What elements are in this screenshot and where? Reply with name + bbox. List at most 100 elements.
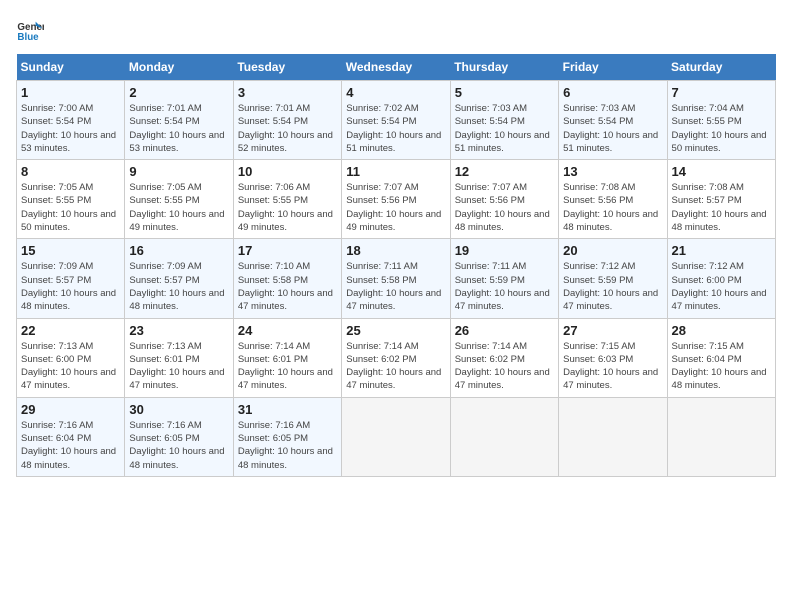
day-number: 4 — [346, 85, 445, 100]
calendar-day-26: 26 Sunrise: 7:14 AM Sunset: 6:02 PM Dayl… — [450, 318, 558, 397]
calendar-day-25: 25 Sunrise: 7:14 AM Sunset: 6:02 PM Dayl… — [342, 318, 450, 397]
day-info: Sunrise: 7:14 AM Sunset: 6:02 PM Dayligh… — [346, 340, 445, 393]
svg-text:Blue: Blue — [17, 32, 39, 43]
day-number: 17 — [238, 243, 337, 258]
day-number: 27 — [563, 323, 662, 338]
calendar-day-1: 1 Sunrise: 7:00 AM Sunset: 5:54 PM Dayli… — [17, 81, 125, 160]
day-number: 13 — [563, 164, 662, 179]
calendar-day-21: 21 Sunrise: 7:12 AM Sunset: 6:00 PM Dayl… — [667, 239, 775, 318]
page-header: General Blue — [16, 16, 776, 44]
weekday-header-thursday: Thursday — [450, 54, 558, 81]
day-info: Sunrise: 7:11 AM Sunset: 5:59 PM Dayligh… — [455, 260, 554, 313]
calendar-day-27: 27 Sunrise: 7:15 AM Sunset: 6:03 PM Dayl… — [559, 318, 667, 397]
calendar-day-19: 19 Sunrise: 7:11 AM Sunset: 5:59 PM Dayl… — [450, 239, 558, 318]
weekday-header-wednesday: Wednesday — [342, 54, 450, 81]
calendar-week-3: 15 Sunrise: 7:09 AM Sunset: 5:57 PM Dayl… — [17, 239, 776, 318]
day-info: Sunrise: 7:07 AM Sunset: 5:56 PM Dayligh… — [455, 181, 554, 234]
day-number: 8 — [21, 164, 120, 179]
day-info: Sunrise: 7:10 AM Sunset: 5:58 PM Dayligh… — [238, 260, 337, 313]
day-info: Sunrise: 7:09 AM Sunset: 5:57 PM Dayligh… — [21, 260, 120, 313]
weekday-header-tuesday: Tuesday — [233, 54, 341, 81]
calendar-day-22: 22 Sunrise: 7:13 AM Sunset: 6:00 PM Dayl… — [17, 318, 125, 397]
day-number: 19 — [455, 243, 554, 258]
calendar-day-23: 23 Sunrise: 7:13 AM Sunset: 6:01 PM Dayl… — [125, 318, 233, 397]
day-number: 28 — [672, 323, 771, 338]
calendar-day-14: 14 Sunrise: 7:08 AM Sunset: 5:57 PM Dayl… — [667, 160, 775, 239]
day-info: Sunrise: 7:05 AM Sunset: 5:55 PM Dayligh… — [21, 181, 120, 234]
day-info: Sunrise: 7:12 AM Sunset: 6:00 PM Dayligh… — [672, 260, 771, 313]
day-info: Sunrise: 7:13 AM Sunset: 6:00 PM Dayligh… — [21, 340, 120, 393]
calendar-week-1: 1 Sunrise: 7:00 AM Sunset: 5:54 PM Dayli… — [17, 81, 776, 160]
calendar-day-12: 12 Sunrise: 7:07 AM Sunset: 5:56 PM Dayl… — [450, 160, 558, 239]
day-number: 9 — [129, 164, 228, 179]
day-info: Sunrise: 7:14 AM Sunset: 6:01 PM Dayligh… — [238, 340, 337, 393]
day-number: 12 — [455, 164, 554, 179]
logo: General Blue — [16, 16, 44, 44]
day-info: Sunrise: 7:02 AM Sunset: 5:54 PM Dayligh… — [346, 102, 445, 155]
day-number: 1 — [21, 85, 120, 100]
day-number: 3 — [238, 85, 337, 100]
calendar-day-17: 17 Sunrise: 7:10 AM Sunset: 5:58 PM Dayl… — [233, 239, 341, 318]
calendar-day-15: 15 Sunrise: 7:09 AM Sunset: 5:57 PM Dayl… — [17, 239, 125, 318]
calendar-day-20: 20 Sunrise: 7:12 AM Sunset: 5:59 PM Dayl… — [559, 239, 667, 318]
day-info: Sunrise: 7:09 AM Sunset: 5:57 PM Dayligh… — [129, 260, 228, 313]
day-number: 15 — [21, 243, 120, 258]
day-number: 14 — [672, 164, 771, 179]
day-number: 21 — [672, 243, 771, 258]
day-info: Sunrise: 7:03 AM Sunset: 5:54 PM Dayligh… — [563, 102, 662, 155]
calendar-day-2: 2 Sunrise: 7:01 AM Sunset: 5:54 PM Dayli… — [125, 81, 233, 160]
day-number: 7 — [672, 85, 771, 100]
weekday-header-row: SundayMondayTuesdayWednesdayThursdayFrid… — [17, 54, 776, 81]
day-number: 2 — [129, 85, 228, 100]
day-info: Sunrise: 7:00 AM Sunset: 5:54 PM Dayligh… — [21, 102, 120, 155]
calendar-day-24: 24 Sunrise: 7:14 AM Sunset: 6:01 PM Dayl… — [233, 318, 341, 397]
weekday-header-monday: Monday — [125, 54, 233, 81]
calendar-day-9: 9 Sunrise: 7:05 AM Sunset: 5:55 PM Dayli… — [125, 160, 233, 239]
day-number: 11 — [346, 164, 445, 179]
calendar-day-16: 16 Sunrise: 7:09 AM Sunset: 5:57 PM Dayl… — [125, 239, 233, 318]
calendar-day-6: 6 Sunrise: 7:03 AM Sunset: 5:54 PM Dayli… — [559, 81, 667, 160]
weekday-header-sunday: Sunday — [17, 54, 125, 81]
calendar-day-5: 5 Sunrise: 7:03 AM Sunset: 5:54 PM Dayli… — [450, 81, 558, 160]
day-info: Sunrise: 7:12 AM Sunset: 5:59 PM Dayligh… — [563, 260, 662, 313]
calendar-day-7: 7 Sunrise: 7:04 AM Sunset: 5:55 PM Dayli… — [667, 81, 775, 160]
day-number: 29 — [21, 402, 120, 417]
day-number: 30 — [129, 402, 228, 417]
calendar-day-31: 31 Sunrise: 7:16 AM Sunset: 6:05 PM Dayl… — [233, 397, 341, 476]
calendar-day-3: 3 Sunrise: 7:01 AM Sunset: 5:54 PM Dayli… — [233, 81, 341, 160]
day-info: Sunrise: 7:11 AM Sunset: 5:58 PM Dayligh… — [346, 260, 445, 313]
calendar-day-10: 10 Sunrise: 7:06 AM Sunset: 5:55 PM Dayl… — [233, 160, 341, 239]
day-info: Sunrise: 7:13 AM Sunset: 6:01 PM Dayligh… — [129, 340, 228, 393]
day-number: 24 — [238, 323, 337, 338]
day-info: Sunrise: 7:01 AM Sunset: 5:54 PM Dayligh… — [238, 102, 337, 155]
calendar-day-11: 11 Sunrise: 7:07 AM Sunset: 5:56 PM Dayl… — [342, 160, 450, 239]
weekday-header-saturday: Saturday — [667, 54, 775, 81]
day-info: Sunrise: 7:16 AM Sunset: 6:05 PM Dayligh… — [129, 419, 228, 472]
weekday-header-friday: Friday — [559, 54, 667, 81]
logo-icon: General Blue — [16, 16, 44, 44]
day-info: Sunrise: 7:15 AM Sunset: 6:04 PM Dayligh… — [672, 340, 771, 393]
day-info: Sunrise: 7:08 AM Sunset: 5:56 PM Dayligh… — [563, 181, 662, 234]
day-info: Sunrise: 7:16 AM Sunset: 6:04 PM Dayligh… — [21, 419, 120, 472]
empty-cell — [450, 397, 558, 476]
calendar-week-4: 22 Sunrise: 7:13 AM Sunset: 6:00 PM Dayl… — [17, 318, 776, 397]
day-number: 26 — [455, 323, 554, 338]
day-info: Sunrise: 7:14 AM Sunset: 6:02 PM Dayligh… — [455, 340, 554, 393]
calendar-week-5: 29 Sunrise: 7:16 AM Sunset: 6:04 PM Dayl… — [17, 397, 776, 476]
calendar-day-8: 8 Sunrise: 7:05 AM Sunset: 5:55 PM Dayli… — [17, 160, 125, 239]
day-info: Sunrise: 7:05 AM Sunset: 5:55 PM Dayligh… — [129, 181, 228, 234]
day-info: Sunrise: 7:03 AM Sunset: 5:54 PM Dayligh… — [455, 102, 554, 155]
day-number: 31 — [238, 402, 337, 417]
day-number: 23 — [129, 323, 228, 338]
day-info: Sunrise: 7:01 AM Sunset: 5:54 PM Dayligh… — [129, 102, 228, 155]
day-number: 18 — [346, 243, 445, 258]
empty-cell — [559, 397, 667, 476]
day-info: Sunrise: 7:08 AM Sunset: 5:57 PM Dayligh… — [672, 181, 771, 234]
day-info: Sunrise: 7:07 AM Sunset: 5:56 PM Dayligh… — [346, 181, 445, 234]
day-number: 16 — [129, 243, 228, 258]
day-number: 25 — [346, 323, 445, 338]
calendar-day-13: 13 Sunrise: 7:08 AM Sunset: 5:56 PM Dayl… — [559, 160, 667, 239]
day-info: Sunrise: 7:15 AM Sunset: 6:03 PM Dayligh… — [563, 340, 662, 393]
calendar-day-18: 18 Sunrise: 7:11 AM Sunset: 5:58 PM Dayl… — [342, 239, 450, 318]
day-number: 22 — [21, 323, 120, 338]
